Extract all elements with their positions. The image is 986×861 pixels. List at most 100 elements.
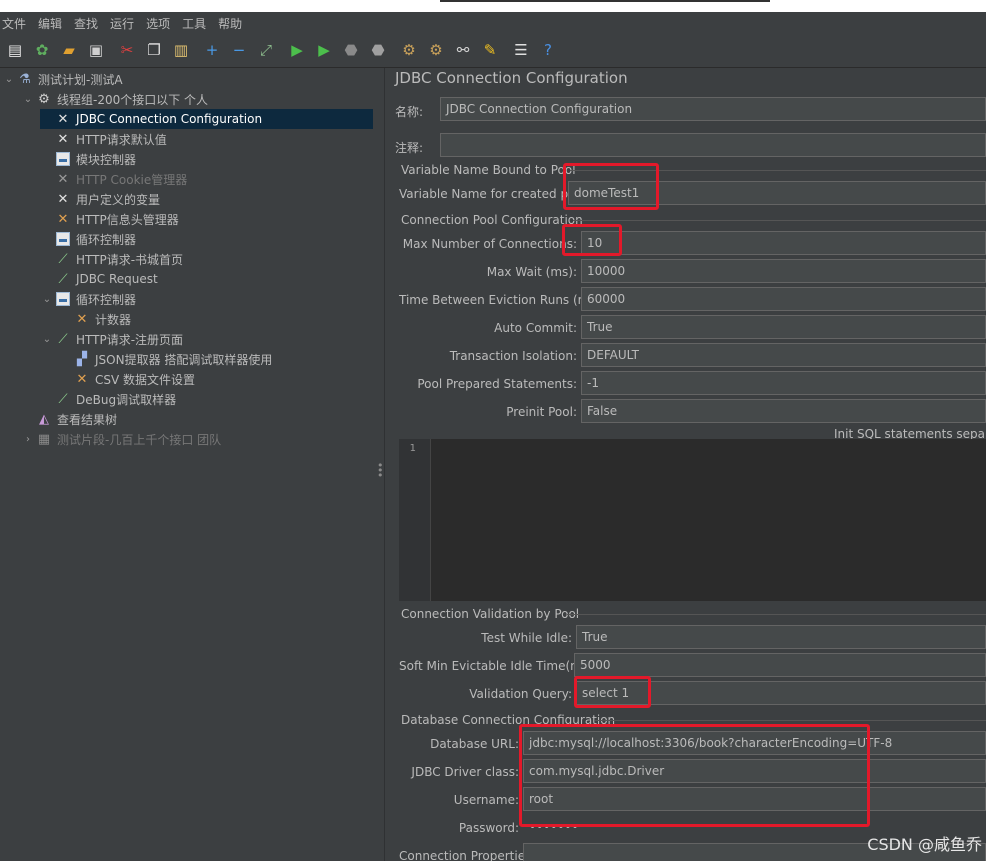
- menu-search[interactable]: 查找: [68, 15, 104, 32]
- expand-icon[interactable]: +: [201, 40, 223, 62]
- tree-expand-toggle-icon[interactable]: ›: [21, 434, 35, 445]
- tree-node-label: 计数器: [95, 312, 132, 327]
- pool-group-divider: [573, 220, 986, 221]
- pool-prepared-statements-label: Pool Prepared Statements:: [417, 377, 577, 391]
- start-icon[interactable]: ▶: [286, 40, 308, 62]
- clear-icon[interactable]: ⚙: [398, 40, 420, 62]
- tree-node[interactable]: ⌄ ⚗ 测试计划-测试A: [2, 69, 129, 89]
- tree-node[interactable]: ⟋ HTTP请求-书城首页: [40, 249, 189, 269]
- pool-prepared-statements-input[interactable]: -1: [581, 371, 986, 395]
- tree-node[interactable]: ✕ HTTP Cookie管理器: [40, 169, 193, 189]
- stop-icon[interactable]: ⬣: [340, 40, 362, 62]
- tree-expand-toggle-icon[interactable]: ⌄: [2, 74, 16, 85]
- soft-min-idle-input[interactable]: 5000: [574, 653, 986, 677]
- tree-expand-toggle-icon[interactable]: ⌄: [21, 94, 35, 105]
- splitter-grip-icon: • • •: [377, 459, 384, 482]
- tree-node[interactable]: ✕ 用户定义的变量: [40, 189, 166, 209]
- tree-node-label: DeBug调试取样器: [76, 392, 177, 407]
- tree-expand-toggle-icon[interactable]: ⌄: [40, 334, 54, 345]
- pipette-icon: ⟋: [58, 271, 68, 287]
- tree-node-label: JDBC Request: [76, 272, 158, 286]
- menu-run[interactable]: 运行: [104, 15, 140, 32]
- function-helper-icon[interactable]: ☰: [510, 40, 532, 62]
- max-wait-label: Max Wait (ms):: [486, 265, 577, 279]
- collapse-icon[interactable]: −: [228, 40, 250, 62]
- tree-node[interactable]: 循环控制器: [40, 229, 142, 249]
- open-icon[interactable]: ▰: [58, 40, 80, 62]
- editor-gutter: 1: [399, 439, 431, 601]
- menu-tools[interactable]: 工具: [176, 15, 212, 32]
- menu-options[interactable]: 选项: [140, 15, 176, 32]
- tree-node[interactable]: ✕ HTTP请求默认值: [40, 129, 173, 149]
- clear-all-icon[interactable]: ⚙: [425, 40, 447, 62]
- transaction-isolation-label: Transaction Isolation:: [449, 349, 577, 363]
- max-connections-input[interactable]: 10: [581, 231, 986, 255]
- tree-node[interactable]: ⌄ 循环控制器: [40, 289, 142, 309]
- test-while-idle-select[interactable]: True: [576, 625, 986, 649]
- auto-commit-label: Auto Commit:: [494, 321, 577, 335]
- highlight-box-validation-query: [574, 676, 651, 708]
- copy-icon[interactable]: ❐: [143, 40, 165, 62]
- paste-icon[interactable]: ▥: [170, 40, 192, 62]
- eviction-runs-input[interactable]: 60000: [581, 287, 986, 311]
- save-icon[interactable]: ▣: [85, 40, 107, 62]
- var-group-title: Variable Name Bound to Pool: [401, 163, 576, 177]
- preinit-pool-label: Preinit Pool:: [506, 405, 577, 419]
- max-wait-input[interactable]: 10000: [581, 259, 986, 283]
- menu-edit[interactable]: 编辑: [32, 15, 68, 32]
- controller-icon: [54, 290, 72, 308]
- new-icon[interactable]: ▤: [4, 40, 26, 62]
- tree-node-label: HTTP信息头管理器: [76, 212, 179, 227]
- tree-node-label: HTTP请求-书城首页: [76, 252, 184, 267]
- tree-node-label: 查看结果树: [57, 412, 118, 427]
- menu-help[interactable]: 帮助: [212, 15, 248, 32]
- cut-icon[interactable]: ✂: [116, 40, 138, 62]
- db-group-divider: [595, 720, 986, 721]
- tree-expand-toggle-icon[interactable]: ⌄: [40, 294, 54, 305]
- menu-file[interactable]: 文件: [0, 15, 32, 32]
- help-icon[interactable]: ?: [537, 40, 559, 62]
- transaction-isolation-select[interactable]: DEFAULT: [581, 343, 986, 367]
- window-top-strip: [0, 0, 986, 12]
- comment-input[interactable]: [440, 133, 986, 157]
- validation-query-label: Validation Query:: [469, 687, 572, 701]
- preinit-pool-select[interactable]: False: [581, 399, 986, 423]
- auto-commit-select[interactable]: True: [581, 315, 986, 339]
- toggle-icon[interactable]: ⤢: [255, 40, 277, 62]
- tree-node[interactable]: ✕ CSV 数据文件设置: [59, 369, 201, 389]
- tree-node-label: JDBC Connection Configuration: [76, 112, 263, 126]
- tree-node[interactable]: ⌄ ⚙ 线程组-200个接口以下 个人: [21, 89, 214, 109]
- password-label: Password:: [458, 821, 519, 835]
- tree-node[interactable]: ▞ JSON提取器 搭配调试取样器使用: [59, 349, 278, 369]
- tree-node-label: HTTP请求默认值: [76, 132, 167, 147]
- tree-node[interactable]: ◭ 查看结果树: [21, 409, 123, 429]
- reset-search-icon[interactable]: ✎: [479, 40, 501, 62]
- tree-node-label: HTTP Cookie管理器: [76, 172, 188, 187]
- start-no-pauses-icon[interactable]: ▶: [313, 40, 335, 62]
- tree-node[interactable]: ⟋ DeBug调试取样器: [40, 389, 182, 409]
- tree-node[interactable]: ✕ JDBC Connection Configuration: [40, 109, 373, 129]
- tree-node[interactable]: 模块控制器: [40, 149, 142, 169]
- gear-icon: ⚙: [38, 91, 50, 107]
- fragment-icon: ▦: [37, 431, 51, 447]
- splitter-handle[interactable]: • • •: [375, 68, 385, 861]
- templates-icon[interactable]: ✿: [31, 40, 53, 62]
- tree-node-label: HTTP请求-注册页面: [76, 332, 184, 347]
- tree-node[interactable]: ✕ 计数器: [59, 309, 137, 329]
- tree-node[interactable]: › ▦ 测试片段-几百上千个接口 团队: [21, 429, 227, 449]
- tree-node[interactable]: ✕ HTTP信息头管理器: [40, 209, 185, 229]
- comment-label: 注释:: [395, 141, 424, 155]
- wrench-icon: ✕: [57, 171, 69, 187]
- shutdown-icon[interactable]: ⬣: [367, 40, 389, 62]
- wrench-icon: ✕: [57, 191, 69, 207]
- editor-line-number: 1: [409, 443, 416, 454]
- listener-icon: ◭: [39, 411, 49, 427]
- tree-node[interactable]: ⌄ ⟋ HTTP请求-注册页面: [40, 329, 189, 349]
- highlight-box-pool-name: [563, 163, 659, 210]
- tree-node[interactable]: ⟋ JDBC Request: [40, 269, 164, 289]
- tree-node-label: CSV 数据文件设置: [95, 372, 196, 387]
- search-icon[interactable]: ⚯: [452, 40, 474, 62]
- init-sql-editor[interactable]: 1: [399, 439, 986, 601]
- name-input[interactable]: JDBC Connection Configuration: [440, 97, 986, 121]
- tree-node-label: 测试计划-测试A: [38, 72, 123, 87]
